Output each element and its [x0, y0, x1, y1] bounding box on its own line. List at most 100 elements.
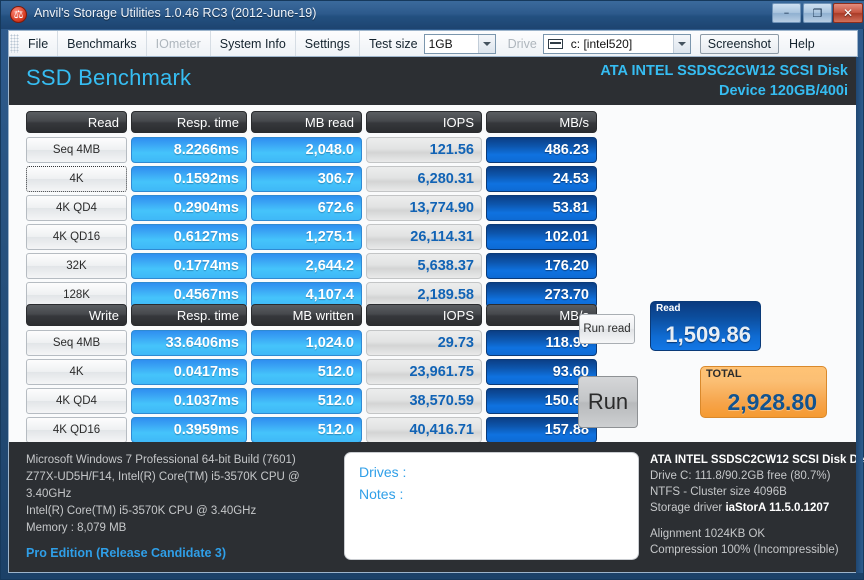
screenshot-button[interactable]: Screenshot	[699, 33, 780, 54]
drives-label: Drives :	[359, 464, 407, 480]
cell-mbs: 486.23	[486, 137, 597, 163]
drag-grip[interactable]	[10, 34, 19, 53]
device-name: ATA INTEL SSDSC2CW12 SCSI Disk Device 12…	[408, 61, 848, 101]
cell-iops: 5,638.37	[366, 253, 482, 279]
cell-resp-time: 0.1037ms	[131, 388, 247, 414]
system-info: Microsoft Windows 7 Professional 64-bit …	[26, 452, 341, 562]
run-button[interactable]: Run	[578, 376, 638, 428]
total-score-value: 2,928.80	[727, 389, 817, 415]
cell-iops: 40,416.71	[366, 417, 482, 443]
device-name-line2: Device 120GB/400i	[719, 83, 848, 99]
drive-alignment: Alignment 1024KB OK	[650, 528, 766, 540]
write-results-table: Write Resp. time MB written IOPS MB/s Se…	[26, 304, 601, 446]
system-cpu: Intel(R) Core(TM) i5-3570K CPU @ 3.40GHz	[26, 505, 257, 517]
minimize-button[interactable]: –	[772, 3, 801, 23]
drive-filesystem: NTFS - Cluster size 4096B	[650, 486, 787, 498]
chevron-down-icon[interactable]	[672, 34, 690, 53]
cell-mb-read: 1,275.1	[251, 224, 362, 250]
table-row: Seq 4MB 33.6406ms 1,024.0 29.73 118.90	[26, 330, 601, 356]
notes-input[interactable]: Drives : Notes :	[344, 452, 639, 560]
menu-item-settings[interactable]: Settings	[296, 31, 360, 56]
test-size-label: Test size	[368, 36, 418, 51]
cell-mbs: 53.81	[486, 195, 597, 221]
test-size-select[interactable]: 1GB	[423, 33, 496, 54]
table-row: 4K 0.1592ms 306.7 6,280.31 24.53	[26, 166, 601, 192]
test-size-value: 1GB	[428, 36, 453, 51]
system-board: Z77X-UD5H/F14, Intel(R) Core(TM) i5-3570…	[26, 471, 300, 500]
cell-mbs: 24.53	[486, 166, 597, 192]
table-header-row: Write Resp. time MB written IOPS MB/s	[26, 304, 601, 326]
drive-icon	[547, 38, 563, 49]
read-score-panel: Read 1,509.86	[650, 301, 761, 351]
total-score-panel: TOTAL 2,928.80	[700, 366, 827, 418]
table-row: 4K 0.0417ms 512.0 23,961.75 93.60	[26, 359, 601, 385]
cell-resp-time: 0.1774ms	[131, 253, 247, 279]
cell-mb-written: 512.0	[251, 388, 362, 414]
row-label-button[interactable]: 32K	[26, 253, 127, 279]
cell-resp-time: 8.2266ms	[131, 137, 247, 163]
page-title: SSD Benchmark	[26, 65, 192, 90]
run-read-button[interactable]: Run read	[579, 314, 635, 344]
row-label-button[interactable]: Seq 4MB	[26, 137, 127, 163]
window-title: Anvil's Storage Utilities 1.0.46 RC3 (20…	[34, 6, 317, 20]
close-button[interactable]: ✕	[833, 3, 863, 23]
row-label-button[interactable]: 4K	[26, 166, 127, 192]
table-row: Seq 4MB 8.2266ms 2,048.0 121.56 486.23	[26, 137, 601, 163]
total-score-label: TOTAL	[706, 368, 742, 380]
maximize-button[interactable]: ❐	[803, 3, 832, 23]
cell-mb-written: 1,024.0	[251, 330, 362, 356]
close-icon: ✕	[842, 6, 854, 20]
system-os: Microsoft Windows 7 Professional 64-bit …	[26, 454, 296, 466]
edition-label: Pro Edition (Release Candidate 3)	[26, 546, 227, 560]
column-header-write: Write	[26, 304, 127, 326]
menu-item-benchmarks[interactable]: Benchmarks	[58, 31, 147, 56]
menu-item-system-info[interactable]: System Info	[211, 31, 296, 56]
row-label-button[interactable]: 4K QD16	[26, 224, 127, 250]
column-header-read: Read	[26, 111, 127, 133]
column-header-resp: Resp. time	[131, 111, 247, 133]
cell-resp-time: 0.6127ms	[131, 224, 247, 250]
row-label-button[interactable]: 4K QD4	[26, 388, 127, 414]
cell-mb-read: 672.6	[251, 195, 362, 221]
chevron-down-icon[interactable]	[477, 34, 495, 53]
cell-resp-time: 0.0417ms	[131, 359, 247, 385]
menu-item-help[interactable]: Help	[779, 31, 825, 56]
notes-label: Notes :	[359, 486, 404, 502]
cell-iops: 29.73	[366, 330, 482, 356]
window-right-edge	[856, 57, 863, 573]
main-panel: Read Resp. time MB read IOPS MB/s Seq 4M…	[8, 105, 858, 505]
column-header-resp: Resp. time	[131, 304, 247, 326]
drive-compression: Compression 100% (Incompressible)	[650, 544, 839, 556]
row-label-button[interactable]: 4K QD4	[26, 195, 127, 221]
table-row: 32K 0.1774ms 2,644.2 5,638.37 176.20	[26, 253, 601, 279]
drive-info-title: ATA INTEL SSDSC2CW12 SCSI Disk Devi	[650, 454, 864, 466]
read-score-value: 1,509.86	[665, 322, 751, 347]
drive-capacity: Drive C: 111.8/90.2GB free (80.7%)	[650, 470, 831, 482]
system-memory: Memory : 8,079 MB	[26, 522, 127, 534]
cell-resp-time: 0.2904ms	[131, 195, 247, 221]
cell-iops: 23,961.75	[366, 359, 482, 385]
cell-mb-read: 306.7	[251, 166, 362, 192]
row-label-button[interactable]: 4K	[26, 359, 127, 385]
menu-item-file[interactable]: File	[19, 31, 59, 56]
row-label-button[interactable]: Seq 4MB	[26, 330, 127, 356]
cell-mbs: 176.20	[486, 253, 597, 279]
row-label-button[interactable]: 4K QD16	[26, 417, 127, 443]
device-name-line1: ATA INTEL SSDSC2CW12 SCSI Disk	[600, 63, 848, 79]
anvil-icon: ⚖	[10, 6, 27, 23]
drive-select[interactable]: c: [intel520]	[542, 33, 691, 54]
cell-mb-written: 512.0	[251, 359, 362, 385]
minimize-icon: –	[783, 6, 790, 19]
title-bar: ⚖ Anvil's Storage Utilities 1.0.46 RC3 (…	[1, 1, 864, 29]
drive-driver-value: iaStorA 11.5.0.1207	[725, 502, 830, 514]
cell-iops: 6,280.31	[366, 166, 482, 192]
column-header-iops: IOPS	[366, 111, 482, 133]
drive-info: ATA INTEL SSDSC2CW12 SCSI Disk Devi Driv…	[650, 452, 864, 558]
cell-iops: 26,114.31	[366, 224, 482, 250]
table-row: 4K QD16 0.6127ms 1,275.1 26,114.31 102.0…	[26, 224, 601, 250]
column-header-iops: IOPS	[366, 304, 482, 326]
read-results-table: Read Resp. time MB read IOPS MB/s Seq 4M…	[26, 111, 601, 311]
drive-driver-row: Storage driver iaStorA 11.5.0.1207	[650, 500, 864, 516]
bottom-info-band: Microsoft Windows 7 Professional 64-bit …	[8, 442, 864, 573]
